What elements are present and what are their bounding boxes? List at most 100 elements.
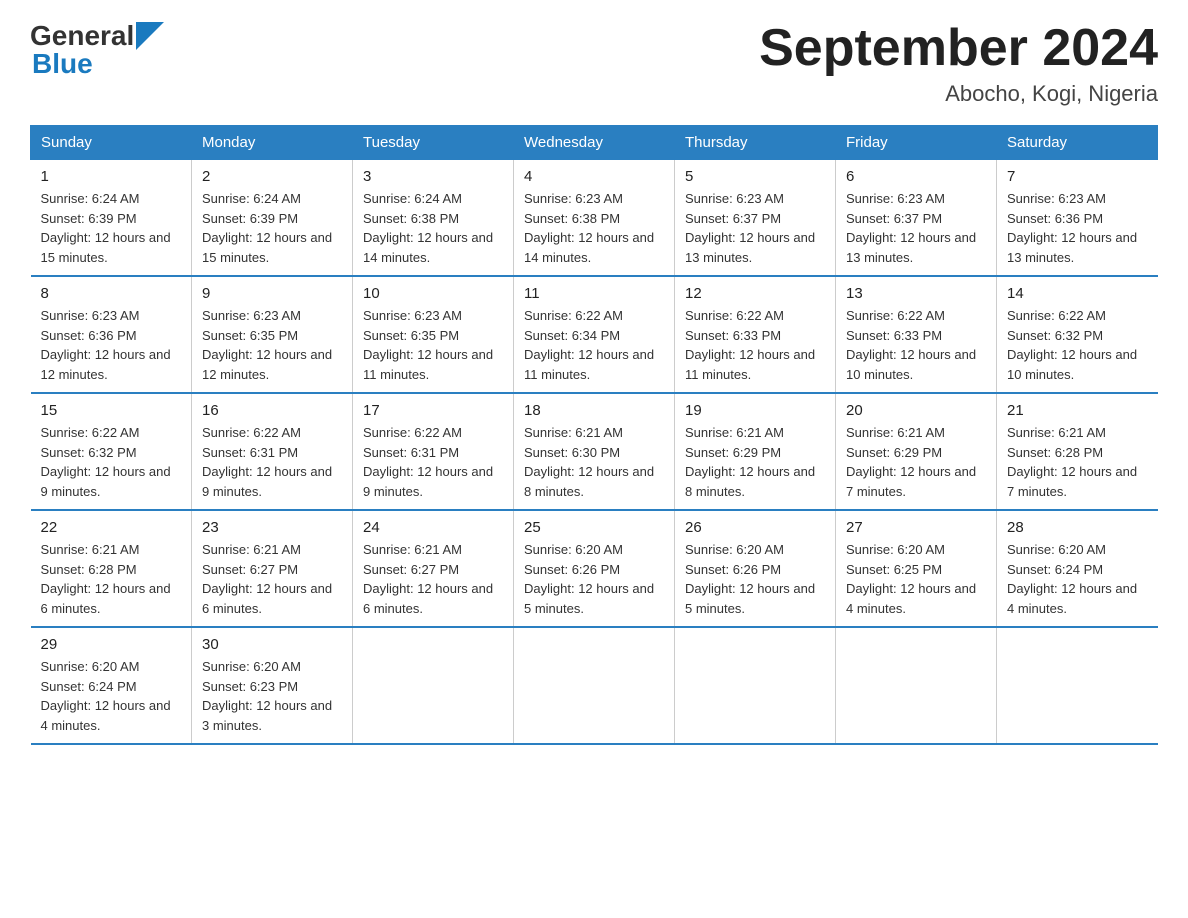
day-info: Sunrise: 6:22 AMSunset: 6:31 PMDaylight:… (363, 423, 503, 501)
day-number: 14 (1007, 285, 1148, 302)
day-info: Sunrise: 6:22 AMSunset: 6:33 PMDaylight:… (685, 306, 825, 384)
calendar-cell (675, 627, 836, 744)
calendar-week-row: 8 Sunrise: 6:23 AMSunset: 6:36 PMDaylight… (31, 276, 1158, 393)
calendar-week-row: 1 Sunrise: 6:24 AMSunset: 6:39 PMDaylight… (31, 160, 1158, 277)
location-title: Abocho, Kogi, Nigeria (759, 81, 1158, 107)
day-number: 15 (41, 402, 182, 419)
day-info: Sunrise: 6:21 AMSunset: 6:27 PMDaylight:… (202, 540, 342, 618)
day-number: 24 (363, 519, 503, 536)
calendar-cell: 6Sunrise: 6:23 AMSunset: 6:37 PMDaylight… (836, 160, 997, 277)
calendar-week-row: 22Sunrise: 6:21 AMSunset: 6:28 PMDayligh… (31, 510, 1158, 627)
day-info: Sunrise: 6:23 AMSunset: 6:38 PMDaylight:… (524, 189, 664, 267)
calendar-cell: 19Sunrise: 6:21 AMSunset: 6:29 PMDayligh… (675, 393, 836, 510)
calendar-cell: 30 Sunrise: 6:20 AMSunset: 6:23 PMDayligh… (192, 627, 353, 744)
day-info: Sunrise: 6:21 AMSunset: 6:28 PMDaylight:… (41, 540, 182, 618)
day-info: Sunrise: 6:23 AMSunset: 6:35 PMDaylight:… (363, 306, 503, 384)
calendar-cell (997, 627, 1158, 744)
day-info: Sunrise: 6:20 AMSunset: 6:23 PMDaylight:… (202, 657, 342, 735)
day-number: 4 (524, 168, 664, 185)
day-info: Sunrise: 6:20 AMSunset: 6:26 PMDaylight:… (685, 540, 825, 618)
day-number: 26 (685, 519, 825, 536)
calendar-cell: 3 Sunrise: 6:24 AMSunset: 6:38 PMDaylight… (353, 160, 514, 277)
day-number: 29 (41, 636, 182, 653)
calendar-cell: 21 Sunrise: 6:21 AMSunset: 6:28 PMDayligh… (997, 393, 1158, 510)
day-number: 27 (846, 519, 986, 536)
day-info: Sunrise: 6:21 AMSunset: 6:30 PMDaylight:… (524, 423, 664, 501)
day-number: 1 (41, 168, 182, 185)
day-info: Sunrise: 6:23 AMSunset: 6:35 PMDaylight:… (202, 306, 342, 384)
title-area: September 2024 Abocho, Kogi, Nigeria (759, 20, 1158, 107)
calendar-cell: 13 Sunrise: 6:22 AMSunset: 6:33 PMDayligh… (836, 276, 997, 393)
day-info: Sunrise: 6:23 AMSunset: 6:36 PMDaylight:… (41, 306, 182, 384)
day-info: Sunrise: 6:22 AMSunset: 6:33 PMDaylight:… (846, 306, 986, 384)
weekday-header-thursday: Thursday (675, 126, 836, 160)
calendar-cell: 24 Sunrise: 6:21 AMSunset: 6:27 PMDayligh… (353, 510, 514, 627)
day-number: 13 (846, 285, 986, 302)
day-info: Sunrise: 6:20 AMSunset: 6:26 PMDaylight:… (524, 540, 664, 618)
day-number: 5 (685, 168, 825, 185)
calendar-cell: 16Sunrise: 6:22 AMSunset: 6:31 PMDayligh… (192, 393, 353, 510)
day-info: Sunrise: 6:22 AMSunset: 6:32 PMDaylight:… (41, 423, 182, 501)
day-number: 25 (524, 519, 664, 536)
calendar-cell: 28 Sunrise: 6:20 AMSunset: 6:24 PMDayligh… (997, 510, 1158, 627)
day-info: Sunrise: 6:24 AMSunset: 6:38 PMDaylight:… (363, 189, 503, 267)
day-number: 11 (524, 285, 664, 302)
day-number: 28 (1007, 519, 1148, 536)
calendar-week-row: 15 Sunrise: 6:22 AMSunset: 6:32 PMDayligh… (31, 393, 1158, 510)
day-info: Sunrise: 6:21 AMSunset: 6:27 PMDaylight:… (363, 540, 503, 618)
day-info: Sunrise: 6:23 AMSunset: 6:37 PMDaylight:… (846, 189, 986, 267)
day-number: 12 (685, 285, 825, 302)
day-info: Sunrise: 6:24 AMSunset: 6:39 PMDaylight:… (202, 189, 342, 267)
calendar-cell: 17 Sunrise: 6:22 AMSunset: 6:31 PMDayligh… (353, 393, 514, 510)
calendar-week-row: 29 Sunrise: 6:20 AMSunset: 6:24 PMDayligh… (31, 627, 1158, 744)
day-number: 3 (363, 168, 503, 185)
day-number: 10 (363, 285, 503, 302)
calendar-cell: 25 Sunrise: 6:20 AMSunset: 6:26 PMDayligh… (514, 510, 675, 627)
day-info: Sunrise: 6:21 AMSunset: 6:28 PMDaylight:… (1007, 423, 1148, 501)
calendar-cell: 22Sunrise: 6:21 AMSunset: 6:28 PMDayligh… (31, 510, 192, 627)
weekday-header-tuesday: Tuesday (353, 126, 514, 160)
weekday-header-friday: Friday (836, 126, 997, 160)
calendar-cell: 7 Sunrise: 6:23 AMSunset: 6:36 PMDaylight… (997, 160, 1158, 277)
day-info: Sunrise: 6:21 AMSunset: 6:29 PMDaylight:… (846, 423, 986, 501)
calendar-cell: 2 Sunrise: 6:24 AMSunset: 6:39 PMDaylight… (192, 160, 353, 277)
day-number: 30 (202, 636, 342, 653)
calendar-cell: 11 Sunrise: 6:22 AMSunset: 6:34 PMDayligh… (514, 276, 675, 393)
day-info: Sunrise: 6:22 AMSunset: 6:31 PMDaylight:… (202, 423, 342, 501)
calendar-cell: 5 Sunrise: 6:23 AMSunset: 6:37 PMDaylight… (675, 160, 836, 277)
day-number: 7 (1007, 168, 1148, 185)
day-info: Sunrise: 6:20 AMSunset: 6:24 PMDaylight:… (1007, 540, 1148, 618)
weekday-header-saturday: Saturday (997, 126, 1158, 160)
calendar-cell: 27 Sunrise: 6:20 AMSunset: 6:25 PMDayligh… (836, 510, 997, 627)
day-number: 8 (41, 285, 182, 302)
day-info: Sunrise: 6:20 AMSunset: 6:24 PMDaylight:… (41, 657, 182, 735)
day-info: Sunrise: 6:23 AMSunset: 6:36 PMDaylight:… (1007, 189, 1148, 267)
day-number: 18 (524, 402, 664, 419)
header: General Blue September 2024 Abocho, Kogi… (30, 20, 1158, 107)
calendar-cell (353, 627, 514, 744)
day-number: 2 (202, 168, 342, 185)
day-number: 17 (363, 402, 503, 419)
weekday-header-monday: Monday (192, 126, 353, 160)
logo-blue: Blue (30, 48, 93, 80)
calendar-cell (514, 627, 675, 744)
day-info: Sunrise: 6:24 AMSunset: 6:39 PMDaylight:… (41, 189, 182, 267)
calendar-cell: 23 Sunrise: 6:21 AMSunset: 6:27 PMDayligh… (192, 510, 353, 627)
day-info: Sunrise: 6:23 AMSunset: 6:37 PMDaylight:… (685, 189, 825, 267)
day-info: Sunrise: 6:22 AMSunset: 6:32 PMDaylight:… (1007, 306, 1148, 384)
day-number: 21 (1007, 402, 1148, 419)
month-year-title: September 2024 (759, 20, 1158, 77)
day-number: 23 (202, 519, 342, 536)
day-info: Sunrise: 6:20 AMSunset: 6:25 PMDaylight:… (846, 540, 986, 618)
calendar-cell: 26 Sunrise: 6:20 AMSunset: 6:26 PMDayligh… (675, 510, 836, 627)
calendar-cell (836, 627, 997, 744)
calendar-cell: 12 Sunrise: 6:22 AMSunset: 6:33 PMDayligh… (675, 276, 836, 393)
logo-area: General Blue (30, 20, 164, 80)
day-info: Sunrise: 6:22 AMSunset: 6:34 PMDaylight:… (524, 306, 664, 384)
calendar-cell: 1 Sunrise: 6:24 AMSunset: 6:39 PMDaylight… (31, 160, 192, 277)
weekday-header-row: SundayMondayTuesdayWednesdayThursdayFrid… (31, 126, 1158, 160)
calendar-cell: 8 Sunrise: 6:23 AMSunset: 6:36 PMDaylight… (31, 276, 192, 393)
day-info: Sunrise: 6:21 AMSunset: 6:29 PMDaylight:… (685, 423, 825, 501)
calendar-cell: 29 Sunrise: 6:20 AMSunset: 6:24 PMDayligh… (31, 627, 192, 744)
calendar-table: SundayMondayTuesdayWednesdayThursdayFrid… (30, 125, 1158, 745)
